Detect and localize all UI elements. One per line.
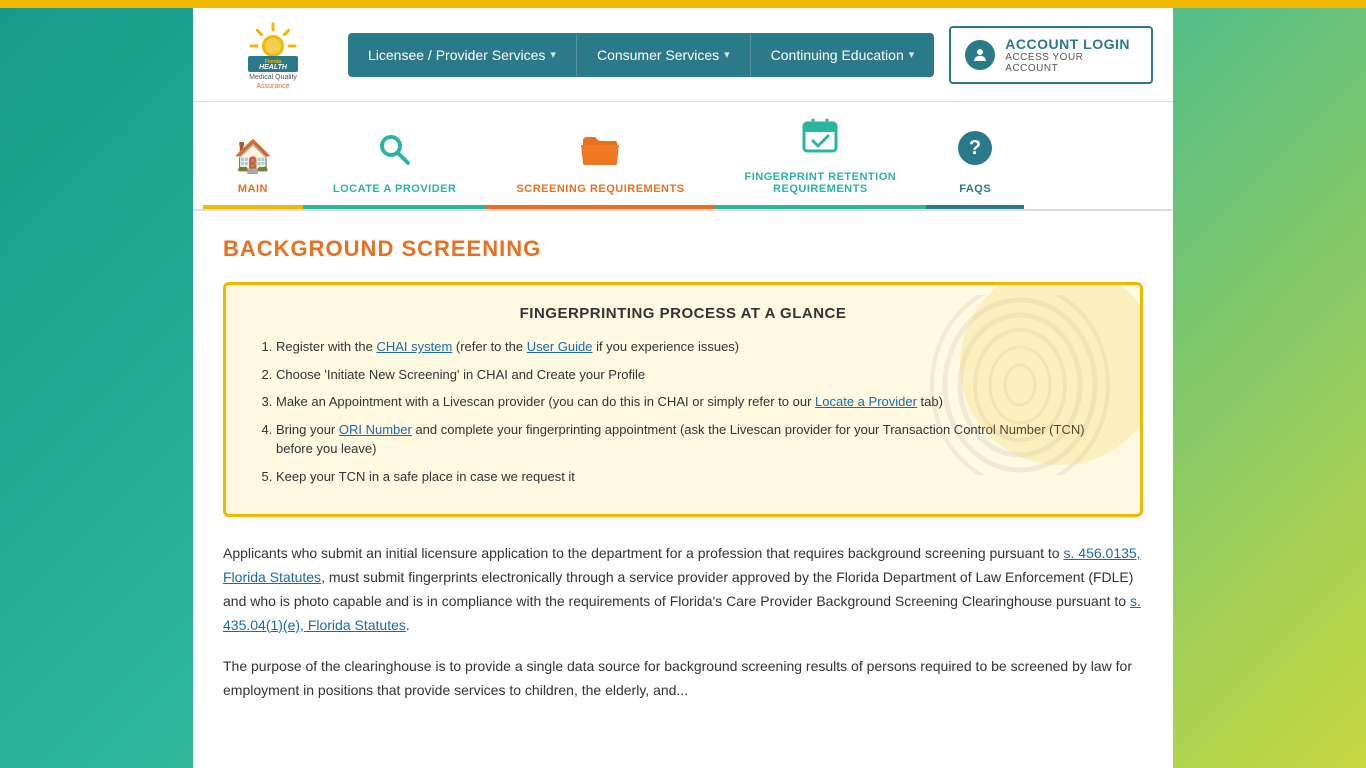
fingerprint-step-4: Bring your ORI Number and complete your … [276, 420, 1110, 459]
fingerprint-step-5: Keep your TCN in a safe place in case we… [276, 467, 1110, 487]
statute-456-link[interactable]: s. 456.0135, Florida Statutes [223, 545, 1141, 585]
top-bar [0, 0, 1366, 8]
main-content: BACKGROUND SCREENING FINGERPRINTING PROC… [193, 211, 1173, 746]
fingerprint-step-1: Register with the CHAI system (refer to … [276, 337, 1110, 357]
nav-tab-locate-label: LOCATE A PROVIDER [333, 183, 457, 195]
folder-icon [581, 135, 619, 175]
account-login-button[interactable]: ACCOUNT LOGIN ACCESS YOUR ACCOUNT [949, 26, 1153, 84]
header: Florida HEALTH Medical Quality Assurance… [193, 8, 1173, 102]
account-login-label: ACCOUNT LOGIN [1005, 36, 1137, 52]
nav-tab-fingerprint[interactable]: FINGERPRINT RETENTIONREQUIREMENTS [715, 102, 927, 209]
icon-navigation: 🏠 MAIN LOCATE A PROVIDER [193, 102, 1173, 211]
logo-assurance: Assurance [249, 82, 297, 91]
nav-tab-main-label: MAIN [238, 183, 268, 195]
locate-provider-link[interactable]: Locate a Provider [815, 394, 917, 409]
main-nav: Licensee / Provider Services ▾ Consumer … [348, 33, 934, 77]
calendar-check-icon [801, 117, 839, 163]
nav-tab-faqs[interactable]: ? FAQS [926, 114, 1024, 209]
fingerprint-step-3: Make an Appointment with a Livescan prov… [276, 392, 1110, 412]
account-icon [965, 40, 995, 70]
user-guide-link[interactable]: User Guide [527, 339, 593, 354]
nav-tab-screening-label: SCREENING REQUIREMENTS [516, 183, 684, 195]
florida-health-logo-icon: Florida HEALTH [243, 18, 303, 73]
ori-number-link[interactable]: ORI Number [339, 422, 412, 437]
svg-text:HEALTH: HEALTH [259, 64, 288, 71]
chevron-down-icon: ▾ [550, 48, 556, 61]
account-sub-label: ACCESS YOUR ACCOUNT [1005, 52, 1137, 74]
nav-licensee[interactable]: Licensee / Provider Services ▾ [348, 33, 577, 77]
chevron-down-icon: ▾ [724, 48, 730, 61]
nav-consumer[interactable]: Consumer Services ▾ [577, 33, 751, 77]
chai-system-link[interactable]: CHAI system [376, 339, 452, 354]
svg-text:?: ? [969, 137, 981, 159]
paragraph-2: The purpose of the clearinghouse is to p… [223, 655, 1143, 703]
search-icon [377, 132, 412, 175]
nav-tab-screening[interactable]: SCREENING REQUIREMENTS [486, 120, 714, 209]
paragraph-1: Applicants who submit an initial licensu… [223, 542, 1143, 637]
nav-tab-main[interactable]: 🏠 MAIN [203, 122, 303, 209]
statute-435-link[interactable]: s. 435.04(1)(e), Florida Statutes [223, 593, 1141, 633]
nav-tab-faqs-label: FAQS [959, 183, 991, 195]
fingerprint-process-box: FINGERPRINTING PROCESS AT A GLANCE Regis… [223, 282, 1143, 517]
fingerprint-box-title: FINGERPRINTING PROCESS AT A GLANCE [256, 305, 1110, 322]
nav-tab-locate[interactable]: LOCATE A PROVIDER [303, 117, 487, 209]
section-title: BACKGROUND SCREENING [223, 236, 1143, 262]
chevron-down-icon: ▾ [909, 48, 915, 61]
logo-area: Florida HEALTH Medical Quality Assurance [213, 18, 333, 91]
home-icon: 🏠 [233, 137, 273, 175]
fingerprint-step-2: Choose 'Initiate New Screening' in CHAI … [276, 365, 1110, 385]
fingerprint-steps-list: Register with the CHAI system (refer to … [256, 337, 1110, 486]
question-icon: ? [956, 129, 994, 175]
logo-medical-quality: Medical Quality [249, 73, 297, 82]
nav-tab-fingerprint-label: FINGERPRINT RETENTIONREQUIREMENTS [745, 171, 897, 195]
nav-continuing[interactable]: Continuing Education ▾ [751, 33, 935, 77]
